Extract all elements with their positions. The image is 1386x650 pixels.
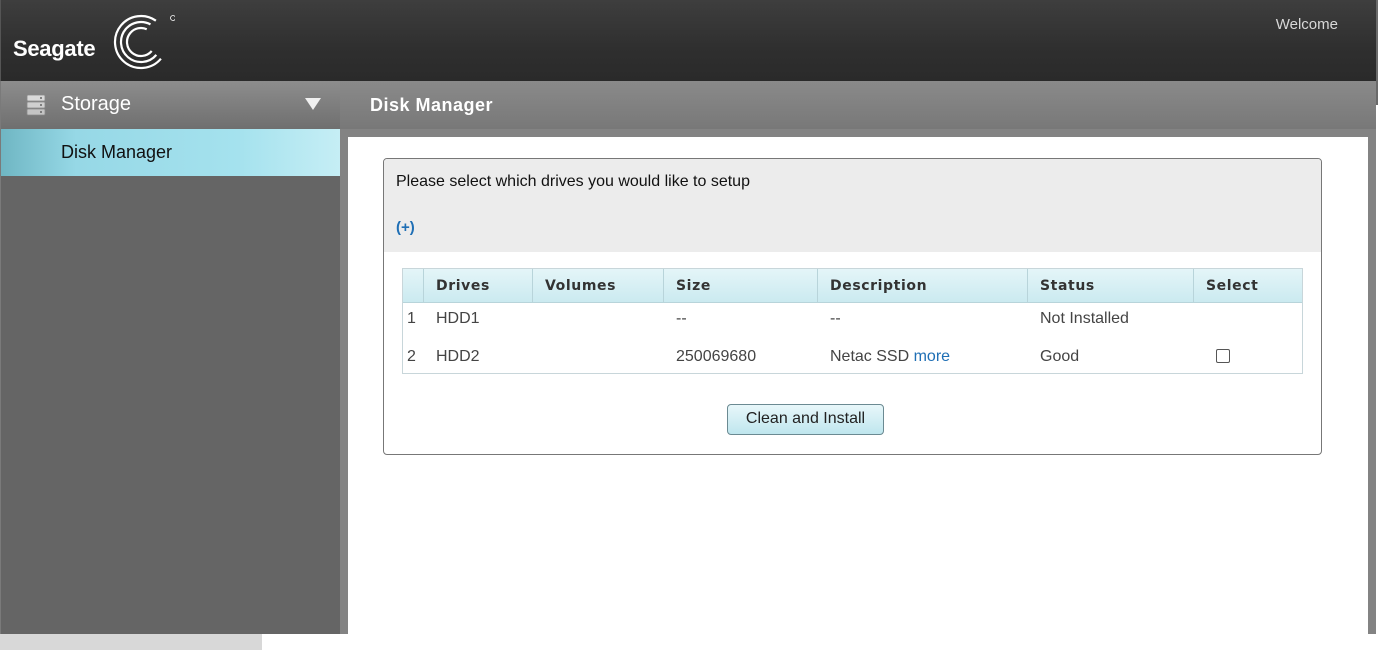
- drives-table: Drives Volumes Size Description Status S…: [402, 268, 1303, 374]
- volumes-cell: [533, 339, 545, 375]
- chevron-down-icon[interactable]: [305, 98, 321, 110]
- table-header: Drives Volumes Size Description Status S…: [403, 269, 1302, 303]
- welcome-text: Welcome: [1275, 16, 1338, 33]
- status-cell: Not Installed: [1040, 310, 1129, 327]
- sidebar-section-title: Storage: [61, 93, 132, 115]
- column-header-size[interactable]: Size: [663, 269, 817, 303]
- select-checkbox[interactable]: [1216, 349, 1230, 363]
- row-index: 1: [407, 310, 416, 327]
- panel-header: Please select which drives you would lik…: [384, 159, 1321, 252]
- description-text: Netac SSD: [830, 348, 910, 365]
- page-header: Disk Manager: [340, 81, 1376, 129]
- expand-link[interactable]: (+): [396, 219, 415, 236]
- content-area: Please select which drives you would lik…: [348, 137, 1368, 634]
- app-window: Seagate Welcome Storage Disk Manager Dis…: [0, 0, 1386, 650]
- column-header-drives[interactable]: Drives: [423, 269, 532, 303]
- bottom-strip: [0, 634, 262, 650]
- column-header-volumes[interactable]: Volumes: [532, 269, 663, 303]
- drive-name: HDD1: [436, 310, 480, 327]
- seagate-logo-icon: [113, 14, 175, 70]
- sidebar: Storage Disk Manager: [0, 81, 341, 634]
- drive-setup-panel: Please select which drives you would lik…: [383, 158, 1322, 455]
- column-header-description[interactable]: Description: [817, 269, 1027, 303]
- drive-name: HDD2: [436, 348, 480, 365]
- instruction-text: Please select which drives you would lik…: [396, 173, 750, 190]
- clean-and-install-button[interactable]: Clean and Install: [727, 404, 884, 435]
- sidebar-section-storage[interactable]: Storage: [1, 81, 341, 129]
- sidebar-item-label: Disk Manager: [61, 142, 173, 162]
- column-header-select[interactable]: Select: [1193, 269, 1302, 303]
- brand-name: Seagate: [13, 36, 96, 61]
- page-title: Disk Manager: [370, 95, 494, 115]
- content-frame: Please select which drives you would lik…: [340, 129, 1376, 634]
- seagate-logo[interactable]: Seagate: [13, 14, 178, 70]
- table-row: 2 HDD2 250069680 Netac SSD more Good: [403, 339, 1302, 375]
- description-cell: Netac SSD more: [818, 339, 950, 375]
- description-cell: --: [830, 310, 841, 327]
- status-cell: Good: [1040, 348, 1080, 365]
- column-header-status[interactable]: Status: [1027, 269, 1193, 303]
- window-edge: [1376, 0, 1386, 105]
- size-cell: --: [676, 310, 687, 327]
- size-cell: 250069680: [676, 348, 757, 365]
- top-bar: Seagate Welcome: [0, 0, 1376, 81]
- row-index: 2: [407, 348, 416, 365]
- volumes-cell: [533, 301, 545, 337]
- sidebar-item-disk-manager[interactable]: Disk Manager: [1, 129, 341, 176]
- database-icon: [26, 94, 46, 116]
- more-link[interactable]: more: [914, 348, 950, 365]
- table-row: 1 HDD1 -- -- Not Installed: [403, 301, 1302, 337]
